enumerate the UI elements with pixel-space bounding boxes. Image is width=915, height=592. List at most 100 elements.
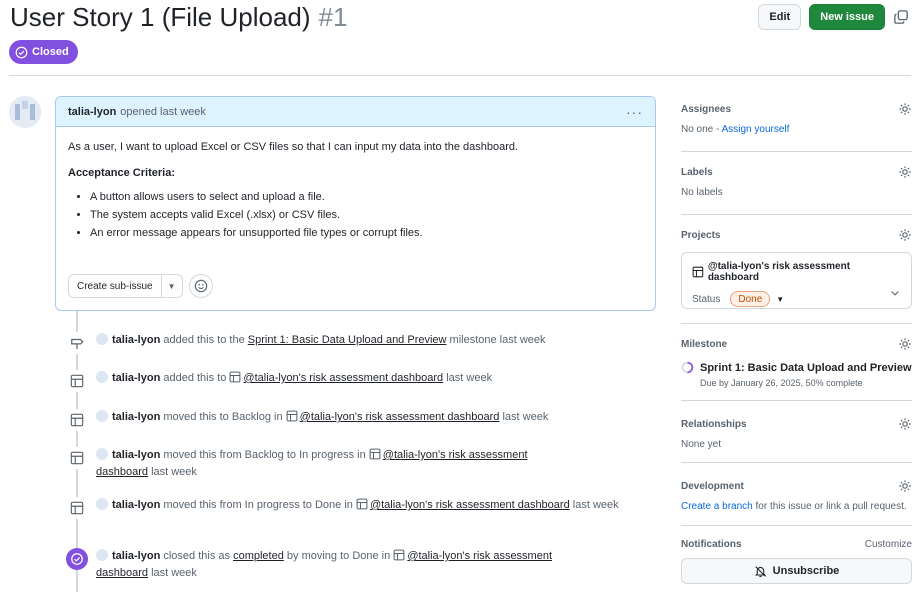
avatar[interactable] xyxy=(96,448,108,460)
copy-icon[interactable] xyxy=(893,9,909,25)
event-action: added this to xyxy=(163,372,227,384)
completed-link[interactable]: completed xyxy=(233,550,284,562)
project-card: @talia-lyon's risk assessment dashboard … xyxy=(681,252,912,309)
check-circle-icon xyxy=(66,548,88,570)
event-time: last week xyxy=(502,411,549,423)
triangle-down-icon[interactable]: ▼ xyxy=(162,275,182,297)
milestone-name[interactable]: Sprint 1: Basic Data Upload and Preview xyxy=(700,362,912,374)
projects-section: Projects @talia-lyon's risk assessment d… xyxy=(681,228,912,324)
kebab-menu-icon[interactable]: ··· xyxy=(626,104,643,120)
comment-actions: Create sub-issue ▼ xyxy=(68,274,213,298)
gear-icon[interactable] xyxy=(898,228,912,242)
progress-circle-icon xyxy=(681,361,694,374)
status-badge[interactable]: Done xyxy=(730,291,771,307)
unsubscribe-button[interactable]: Unsubscribe xyxy=(681,558,912,584)
timeline-event-text: talia-lyon moved this from Backlog to In… xyxy=(96,447,546,481)
event-actor[interactable]: talia-lyon xyxy=(112,411,160,423)
gear-icon[interactable] xyxy=(898,165,912,179)
list-item: A button allows users to select and uplo… xyxy=(90,191,643,203)
avatar[interactable] xyxy=(96,371,108,383)
edit-button[interactable]: Edit xyxy=(758,4,802,30)
project-link[interactable]: @talia-lyon's risk assessment dashboard xyxy=(300,411,500,423)
milestone-link[interactable]: Sprint 1: Basic Data Upload and Preview xyxy=(248,334,447,346)
table-icon xyxy=(230,371,241,383)
table-icon xyxy=(286,410,298,422)
unsubscribe-label: Unsubscribe xyxy=(772,565,840,577)
event-action: moved this from In progress to Done in xyxy=(163,499,353,511)
event-actor[interactable]: talia-lyon xyxy=(112,499,160,511)
bell-slash-icon xyxy=(754,565,766,577)
customize-link[interactable]: Customize xyxy=(865,539,912,550)
criteria-heading: Acceptance Criteria: xyxy=(68,167,175,179)
sidebar-milestone: Milestone Sprint 1: Basic Data Upload an… xyxy=(681,337,912,401)
assignees-section: Assignees No one - Assign yourself xyxy=(681,102,912,152)
gear-icon[interactable] xyxy=(898,102,912,116)
projects-title: Projects xyxy=(681,229,721,241)
gear-icon[interactable] xyxy=(898,479,912,493)
issue-number: #1 xyxy=(318,2,348,32)
event-action-continued: by moving to Done in xyxy=(286,550,391,562)
event-actor[interactable]: talia-lyon xyxy=(112,372,160,384)
create-sub-issue-button: Create sub-issue ▼ xyxy=(68,274,183,298)
development-value: for this issue or link a pull request. xyxy=(752,501,907,512)
relationships-section: Relationships None yet xyxy=(681,417,912,463)
issue-title-row: User Story 1 (File Upload) #1 xyxy=(10,2,347,36)
milestone-title: Milestone xyxy=(681,338,728,350)
event-time: last week xyxy=(151,466,197,478)
table-icon xyxy=(66,447,88,469)
event-action: added this to the xyxy=(163,334,245,346)
project-name[interactable]: @talia-lyon's risk assessment dashboard xyxy=(708,261,901,283)
timeline-event: talia-lyon added this to @talia-lyon's r… xyxy=(66,370,636,392)
event-action: moved this from Backlog to In progress i… xyxy=(163,449,366,461)
assignees-title: Assignees xyxy=(681,103,732,115)
table-icon xyxy=(66,370,88,392)
create-sub-issue-label[interactable]: Create sub-issue xyxy=(69,275,162,297)
avatar[interactable] xyxy=(96,410,108,422)
comment-author[interactable]: talia-lyon xyxy=(68,106,116,118)
sidebar-notifications: Notifications Customize Unsubscribe xyxy=(681,539,912,584)
table-icon xyxy=(692,266,704,278)
comment-body: As a user, I want to upload Excel or CSV… xyxy=(56,127,655,239)
story-text: As a user, I want to upload Excel or CSV… xyxy=(68,141,519,153)
milestone-meta: Due by January 26, 2025, 50% complete xyxy=(700,378,863,388)
header-actions: Edit New issue xyxy=(758,4,909,30)
event-actor[interactable]: talia-lyon xyxy=(112,449,160,461)
timeline-event: talia-lyon moved this to Backlog in @tal… xyxy=(66,409,636,431)
sidebar-development: Development Create a branch for this iss… xyxy=(681,479,912,526)
labels-section: Labels No labels xyxy=(681,165,912,215)
notifications-title: Notifications xyxy=(681,539,742,550)
sidebar-projects: Projects @talia-lyon's risk assessment d… xyxy=(681,228,912,324)
list-item: An error message appears for unsupported… xyxy=(90,227,643,239)
new-issue-button[interactable]: New issue xyxy=(809,4,885,30)
sidebar-assignees: Assignees No one - Assign yourself xyxy=(681,102,912,152)
event-actor[interactable]: talia-lyon xyxy=(112,550,160,562)
timeline-event-text: talia-lyon moved this from In progress t… xyxy=(96,497,636,519)
gear-icon[interactable] xyxy=(898,417,912,431)
avatar[interactable] xyxy=(9,96,41,128)
triangle-down-icon[interactable]: ▼ xyxy=(776,295,784,304)
timeline-event-text: talia-lyon added this to @talia-lyon's r… xyxy=(96,370,636,392)
issue-title: User Story 1 (File Upload) xyxy=(10,2,311,32)
project-link[interactable]: @talia-lyon's risk assessment dashboard xyxy=(370,499,570,511)
smiley-icon[interactable] xyxy=(188,274,213,298)
project-link[interactable]: @talia-lyon's risk assessment dashboard xyxy=(243,372,443,384)
event-time: last week xyxy=(151,567,197,579)
event-time: last week xyxy=(446,372,493,384)
table-icon xyxy=(66,409,88,431)
avatar[interactable] xyxy=(96,333,108,345)
status-badge: Closed xyxy=(9,40,78,64)
avatar[interactable] xyxy=(96,498,108,510)
avatar[interactable] xyxy=(96,549,108,561)
timeline-event-text: talia-lyon added this to the Sprint 1: B… xyxy=(96,332,636,354)
chevron-down-icon[interactable] xyxy=(889,287,901,299)
labels-value: No labels xyxy=(681,187,723,198)
gear-icon[interactable] xyxy=(898,337,912,351)
labels-title: Labels xyxy=(681,166,713,178)
event-action: moved this to Backlog in xyxy=(163,411,283,423)
create-branch-link[interactable]: Create a branch xyxy=(681,501,753,512)
assign-yourself-link[interactable]: Assign yourself xyxy=(722,124,790,135)
event-action: closed this as xyxy=(163,550,231,562)
header-divider xyxy=(9,75,911,76)
event-actor[interactable]: talia-lyon xyxy=(112,334,160,346)
relationships-value: None yet xyxy=(681,439,722,450)
